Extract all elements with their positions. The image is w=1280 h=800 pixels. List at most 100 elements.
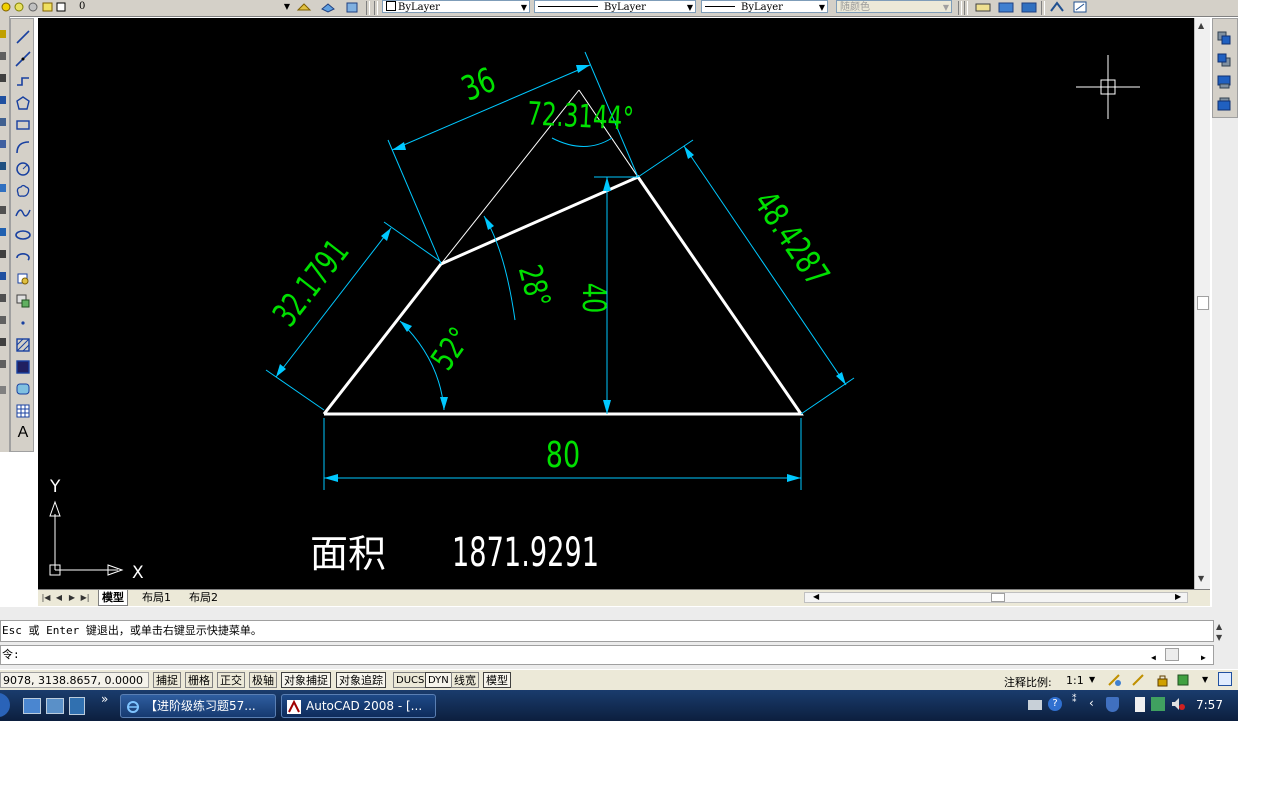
- revision-cloud-icon[interactable]: [14, 182, 32, 200]
- mirror-icon[interactable]: [0, 74, 6, 82]
- horizontal-scrollbar[interactable]: ◀ ▶: [804, 592, 1188, 603]
- volume-muted-icon[interactable]: [1171, 697, 1186, 711]
- lineweight-select[interactable]: ByLayer ▼: [701, 0, 828, 13]
- rotate-icon[interactable]: [0, 162, 6, 170]
- bring-above-icon[interactable]: [1217, 75, 1231, 89]
- command-input[interactable]: 令: ◀ ▶: [0, 645, 1214, 665]
- cmd-scroll-thumb[interactable]: [1165, 648, 1179, 661]
- show-desktop-icon[interactable]: [23, 698, 41, 714]
- extend-icon[interactable]: [0, 250, 6, 258]
- keyboard-icon[interactable]: [1028, 700, 1042, 710]
- table-icon[interactable]: [14, 402, 32, 420]
- layer-isolate-icon[interactable]: [344, 1, 360, 13]
- help-icon[interactable]: ?: [1048, 697, 1062, 711]
- move-icon[interactable]: [0, 140, 6, 148]
- scroll-right-icon[interactable]: ▶: [1175, 592, 1181, 601]
- status-tray-icon[interactable]: [1176, 673, 1191, 687]
- line-icon[interactable]: [14, 28, 32, 46]
- lineweight-toggle[interactable]: 线宽: [451, 672, 479, 688]
- network-icon[interactable]: ⁑: [1072, 695, 1082, 713]
- offset-icon[interactable]: [0, 96, 6, 104]
- make-block-icon[interactable]: [14, 292, 32, 310]
- scroll-thumb[interactable]: [1197, 296, 1209, 310]
- ellipse-icon[interactable]: [14, 226, 32, 244]
- insert-block-icon[interactable]: [14, 270, 32, 288]
- layer-states-icon[interactable]: [320, 1, 336, 13]
- tab-model[interactable]: 模型: [98, 590, 128, 606]
- erase-icon[interactable]: [0, 386, 6, 394]
- switch-windows-icon[interactable]: [46, 698, 64, 714]
- gradient-icon[interactable]: [14, 358, 32, 376]
- stretch-icon[interactable]: [0, 206, 6, 214]
- scale-icon[interactable]: [0, 184, 6, 192]
- polygon-icon[interactable]: [14, 94, 32, 112]
- spline-icon[interactable]: [14, 204, 32, 222]
- status-menu-chevron-icon[interactable]: ▼: [1202, 675, 1208, 684]
- layer-plot-icon[interactable]: [41, 1, 54, 13]
- tray-expand-icon[interactable]: ‹: [1089, 696, 1094, 710]
- layer-freeze-icon[interactable]: [13, 1, 26, 13]
- prev-tab-icon[interactable]: ◀: [54, 592, 64, 603]
- send-to-back-icon[interactable]: [1217, 53, 1231, 67]
- point-icon[interactable]: [14, 314, 32, 332]
- last-tab-icon[interactable]: ▶|: [80, 592, 90, 603]
- annotation-visibility-icon[interactable]: [1107, 673, 1122, 687]
- tablestyle-icon[interactable]: [997, 1, 1015, 13]
- join-icon[interactable]: [0, 294, 6, 302]
- auto-scale-icon[interactable]: [1131, 673, 1146, 687]
- dyn-toggle[interactable]: DYN: [425, 672, 452, 688]
- ducs-toggle[interactable]: DUCS: [393, 672, 428, 688]
- toolbar-lock-icon[interactable]: [1155, 673, 1170, 687]
- history-scroll-down-icon[interactable]: ▼: [1216, 633, 1222, 642]
- dimstyle-icon[interactable]: [974, 1, 992, 13]
- tab-layout2[interactable]: 布局2: [186, 590, 221, 605]
- next-tab-icon[interactable]: ▶: [67, 592, 77, 603]
- arc-icon[interactable]: [14, 138, 32, 156]
- break-icon[interactable]: [0, 272, 6, 280]
- layer-lock-icon[interactable]: [27, 1, 40, 13]
- grid-toggle[interactable]: 栅格: [185, 672, 213, 688]
- hatch-icon[interactable]: [14, 336, 32, 354]
- color-select[interactable]: ByLayer ▼: [382, 0, 530, 13]
- rectangle-icon[interactable]: [14, 116, 32, 134]
- linetype-select[interactable]: ByLayer ▼: [534, 0, 696, 13]
- layer-select[interactable]: 0 ▼: [76, 0, 292, 13]
- send-under-icon[interactable]: [1217, 97, 1231, 111]
- bring-to-front-icon[interactable]: [1217, 31, 1231, 45]
- hscroll-thumb[interactable]: [991, 593, 1005, 602]
- osnap-toggle[interactable]: 对象捕捉: [281, 672, 331, 688]
- pencil-icon[interactable]: [0, 30, 6, 38]
- construction-line-icon[interactable]: [14, 50, 32, 68]
- chevron-down-icon[interactable]: ▼: [1089, 675, 1095, 684]
- tab-layout1[interactable]: 布局1: [139, 590, 174, 605]
- multiline-text-icon[interactable]: A: [14, 424, 32, 442]
- model-toggle[interactable]: 模型: [483, 672, 511, 688]
- cmd-scroll-right-icon[interactable]: ▶: [1201, 649, 1206, 667]
- explode-icon[interactable]: [0, 360, 6, 368]
- cmd-scroll-left-icon[interactable]: ◀: [1151, 649, 1156, 667]
- circle-icon[interactable]: [14, 160, 32, 178]
- chamfer-icon[interactable]: [0, 316, 6, 324]
- polyline-icon[interactable]: [14, 72, 32, 90]
- otrack-toggle[interactable]: 对象追踪: [336, 672, 386, 688]
- clean-screen-icon[interactable]: [1218, 672, 1232, 686]
- markup-icon[interactable]: [1048, 1, 1066, 13]
- fillet-icon[interactable]: [0, 338, 6, 346]
- copy-icon[interactable]: [0, 52, 6, 60]
- snap-toggle[interactable]: 捕捉: [153, 672, 181, 688]
- coordinate-display[interactable]: 9078, 3138.8657, 0.0000: [0, 672, 149, 688]
- polar-toggle[interactable]: 极轴: [249, 672, 277, 688]
- scroll-left-icon[interactable]: ◀: [813, 592, 819, 601]
- more-chevron-icon[interactable]: »: [101, 692, 108, 706]
- device-icon[interactable]: [1135, 697, 1145, 712]
- first-tab-icon[interactable]: |◀: [41, 592, 51, 603]
- ellipse-arc-icon[interactable]: [14, 248, 32, 266]
- publish-icon[interactable]: [1072, 1, 1090, 13]
- update-icon[interactable]: [1151, 697, 1165, 711]
- scroll-up-icon[interactable]: ▲: [1198, 21, 1204, 30]
- trim-icon[interactable]: [0, 228, 6, 236]
- mleaderstyle-icon[interactable]: [1020, 1, 1038, 13]
- drawing-canvas[interactable]: 80 32.1791 36 48.4287 40 72.3144° 28° 52…: [38, 18, 1194, 589]
- layer-on-icon[interactable]: [0, 1, 13, 13]
- quicklaunch-app-icon[interactable]: [69, 697, 85, 715]
